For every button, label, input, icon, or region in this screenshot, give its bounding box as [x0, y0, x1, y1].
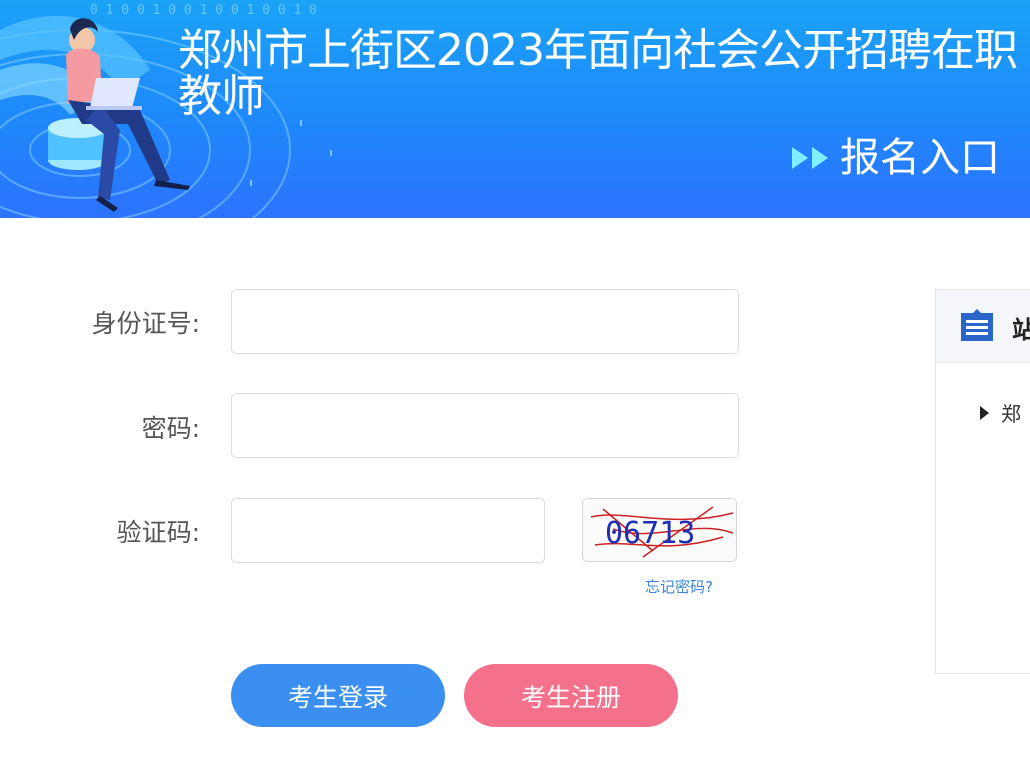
- id-number-label: 身份证号:: [91, 309, 200, 338]
- entry-label: 报名入口: [840, 135, 1000, 181]
- password-input[interactable]: [231, 393, 739, 458]
- notice-panel-header: 站: [936, 290, 1030, 363]
- id-number-input[interactable]: [231, 289, 739, 354]
- header-banner: 0 1 0 0 1 0 0 1 0 0 1 0 0 1 0 郑州市上街区2023…: [0, 0, 1030, 218]
- registration-entry: 报名入口: [792, 136, 1000, 180]
- captcha-text: 06713: [605, 516, 695, 551]
- notice-panel: 站 郑: [935, 289, 1030, 674]
- password-label: 密码:: [141, 414, 200, 443]
- banner-digits: 0 1 0 0 1 0 0 1 0 0 1 0 0 1 0: [90, 3, 317, 18]
- page-title: 郑州市上街区2023年面向社会公开招聘在职教师: [178, 25, 1018, 122]
- login-button[interactable]: 考生登录: [231, 664, 445, 727]
- forgot-password-link[interactable]: 忘记密码?: [645, 576, 713, 597]
- captcha-graphic: 06713: [590, 506, 734, 558]
- double-arrow-icon: [792, 147, 828, 169]
- notice-item[interactable]: 郑: [980, 398, 1021, 427]
- notice-item-text: 郑: [1001, 402, 1021, 426]
- notice-panel-title: 站: [1012, 310, 1030, 345]
- captcha-label: 验证码:: [116, 518, 200, 547]
- captcha-image[interactable]: 06713: [582, 498, 737, 562]
- captcha-input[interactable]: [231, 498, 545, 563]
- caret-right-icon: [980, 405, 989, 420]
- register-button[interactable]: 考生注册: [464, 664, 678, 727]
- document-icon: [961, 309, 993, 341]
